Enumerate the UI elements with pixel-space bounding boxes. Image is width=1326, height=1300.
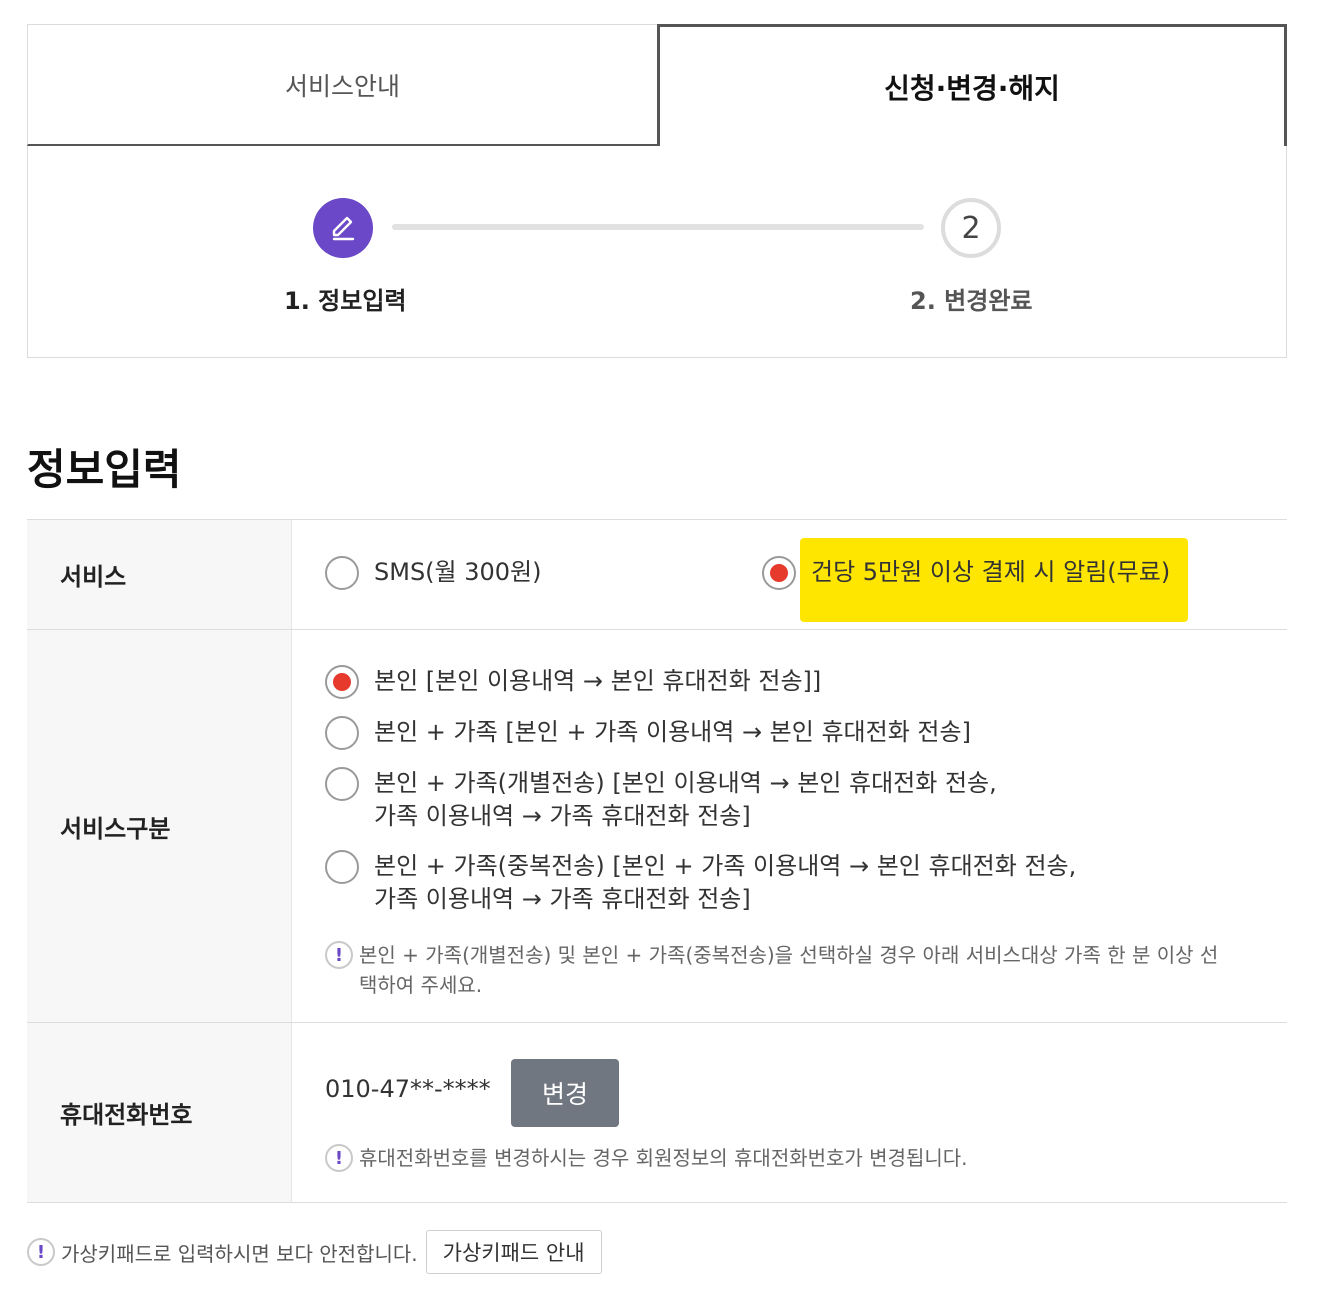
step2-number: 2 [961,210,981,246]
exclamation-icon: ! [27,1238,55,1266]
radio-kind-self-family[interactable] [325,716,359,750]
service-kind-note-line1: 본인 + 가족(개별전송) 및 본인 + 가족(중복전송)을 선택하실 경우 아… [359,943,1219,967]
stepper-connector-line [392,224,924,230]
exclamation-icon: ! [325,941,353,969]
tab-apply-change-cancel[interactable]: 신청·변경·해지 [657,24,1287,146]
kind-option-self-family[interactable]: 본인 + 가족 [본인 + 가족 이용내역 → 본인 휴대전화 전송] [325,716,971,750]
phone-note-text: 휴대전화번호를 변경하시는 경우 회원정보의 휴대전화번호가 변경됩니다. [359,1146,968,1170]
step1-indicator [313,198,373,258]
radio-kind-self[interactable] [325,665,359,699]
service-kind-note-line2: 택하여 주세요. [359,973,483,997]
tab-apply-change-cancel-label: 신청·변경·해지 [884,71,1060,105]
service-kind-row: 서비스구분 본인 [본인 이용내역 → 본인 휴대전화 전송]] 본인 + 가족… [27,630,1287,1023]
kind-option-family-duplicate-label: 본인 + 가족(중복전송) [본인 + 가족 이용내역 → 본인 휴대전화 전송… [374,850,1076,916]
kind-option-family-duplicate-line2: 가족 이용내역 → 가족 휴대전화 전송] [374,885,751,913]
kind-option-family-individual-line1: 본인 + 가족(개별전송) [본인 이용내역 → 본인 휴대전화 전송, [374,769,997,797]
service-option-sms-label: SMS(월 300원) [374,558,542,586]
kind-option-self-family-label: 본인 + 가족 [본인 + 가족 이용내역 → 본인 휴대전화 전송] [374,718,971,746]
info-form-table: 서비스 SMS(월 300원) 건당 5만원 이상 결제 시 알림(무료) 서비… [27,519,1287,1203]
kind-option-family-individual-label: 본인 + 가족(개별전송) [본인 이용내역 → 본인 휴대전화 전송, 가족 … [374,767,997,833]
virtual-keypad-guide-button[interactable]: 가상키패드 안내 [425,1230,602,1274]
tab-bar: 서비스안내 신청·변경·해지 [27,24,1287,146]
kind-option-self[interactable]: 본인 [본인 이용내역 → 본인 휴대전화 전송]] [325,665,821,699]
radio-kind-family-duplicate[interactable] [325,850,359,884]
radio-kind-family-individual[interactable] [325,767,359,801]
phone-number-value: 010-47**-**** [325,1075,491,1103]
phone-row: 휴대전화번호 010-47**-**** 변경 ! 휴대전화번호를 변경하시는 … [27,1023,1287,1203]
service-kind-note-text: 본인 + 가족(개별전송) 및 본인 + 가족(중복전송)을 선택하실 경우 아… [359,940,1218,1000]
radio-free-alert[interactable] [762,556,796,590]
exclamation-icon: ! [325,1144,353,1172]
bottom-note-text: 가상키패드로 입력하시면 보다 안전합니다. [61,1241,418,1266]
change-phone-button[interactable]: 변경 [511,1059,619,1127]
service-option-sms[interactable]: SMS(월 300원) [325,556,542,590]
kind-option-family-duplicate[interactable]: 본인 + 가족(중복전송) [본인 + 가족 이용내역 → 본인 휴대전화 전송… [325,850,1076,916]
progress-stepper: 2 1. 정보입력 2. 변경완료 [27,146,1287,358]
phone-content: 010-47**-**** 변경 ! 휴대전화번호를 변경하시는 경우 회원정보… [292,1023,1287,1202]
page-title: 정보입력 [27,445,182,494]
step1-label: 1. 정보입력 [284,287,407,315]
kind-option-self-label: 본인 [본인 이용내역 → 본인 휴대전화 전송]] [374,667,822,695]
service-option-free-alert-label: 건당 5만원 이상 결제 시 알림(무료) [811,558,1171,586]
tab-service-info[interactable]: 서비스안내 [27,24,658,146]
pencil-icon [332,216,355,241]
kind-option-family-individual-line2: 가족 이용내역 → 가족 휴대전화 전송] [374,802,751,830]
phone-note: ! 휴대전화번호를 변경하시는 경우 회원정보의 휴대전화번호가 변경됩니다. [325,1143,968,1173]
service-label: 서비스 [27,520,292,629]
phone-label: 휴대전화번호 [27,1023,292,1202]
step2-label: 2. 변경완료 [910,287,1033,315]
service-kind-label: 서비스구분 [27,630,292,1022]
kind-option-family-individual[interactable]: 본인 + 가족(개별전송) [본인 이용내역 → 본인 휴대전화 전송, 가족 … [325,767,997,833]
service-kind-note: ! 본인 + 가족(개별전송) 및 본인 + 가족(중복전송)을 선택하실 경우… [325,940,1218,1000]
radio-sms[interactable] [325,556,359,590]
bottom-note: ! 가상키패드로 입력하시면 보다 안전합니다. 가상키패드 안내 [27,1230,602,1274]
tab-service-info-label: 서비스안내 [284,71,400,101]
service-kind-options: 본인 [본인 이용내역 → 본인 휴대전화 전송]] 본인 + 가족 [본인 +… [292,630,1287,1022]
service-row: 서비스 SMS(월 300원) 건당 5만원 이상 결제 시 알림(무료) [27,520,1287,630]
service-option-free-alert[interactable]: 건당 5만원 이상 결제 시 알림(무료) [762,556,1170,590]
kind-option-family-duplicate-line1: 본인 + 가족(중복전송) [본인 + 가족 이용내역 → 본인 휴대전화 전송… [374,852,1077,880]
step2-indicator: 2 [941,198,1001,258]
service-options: SMS(월 300원) 건당 5만원 이상 결제 시 알림(무료) [292,520,1287,629]
